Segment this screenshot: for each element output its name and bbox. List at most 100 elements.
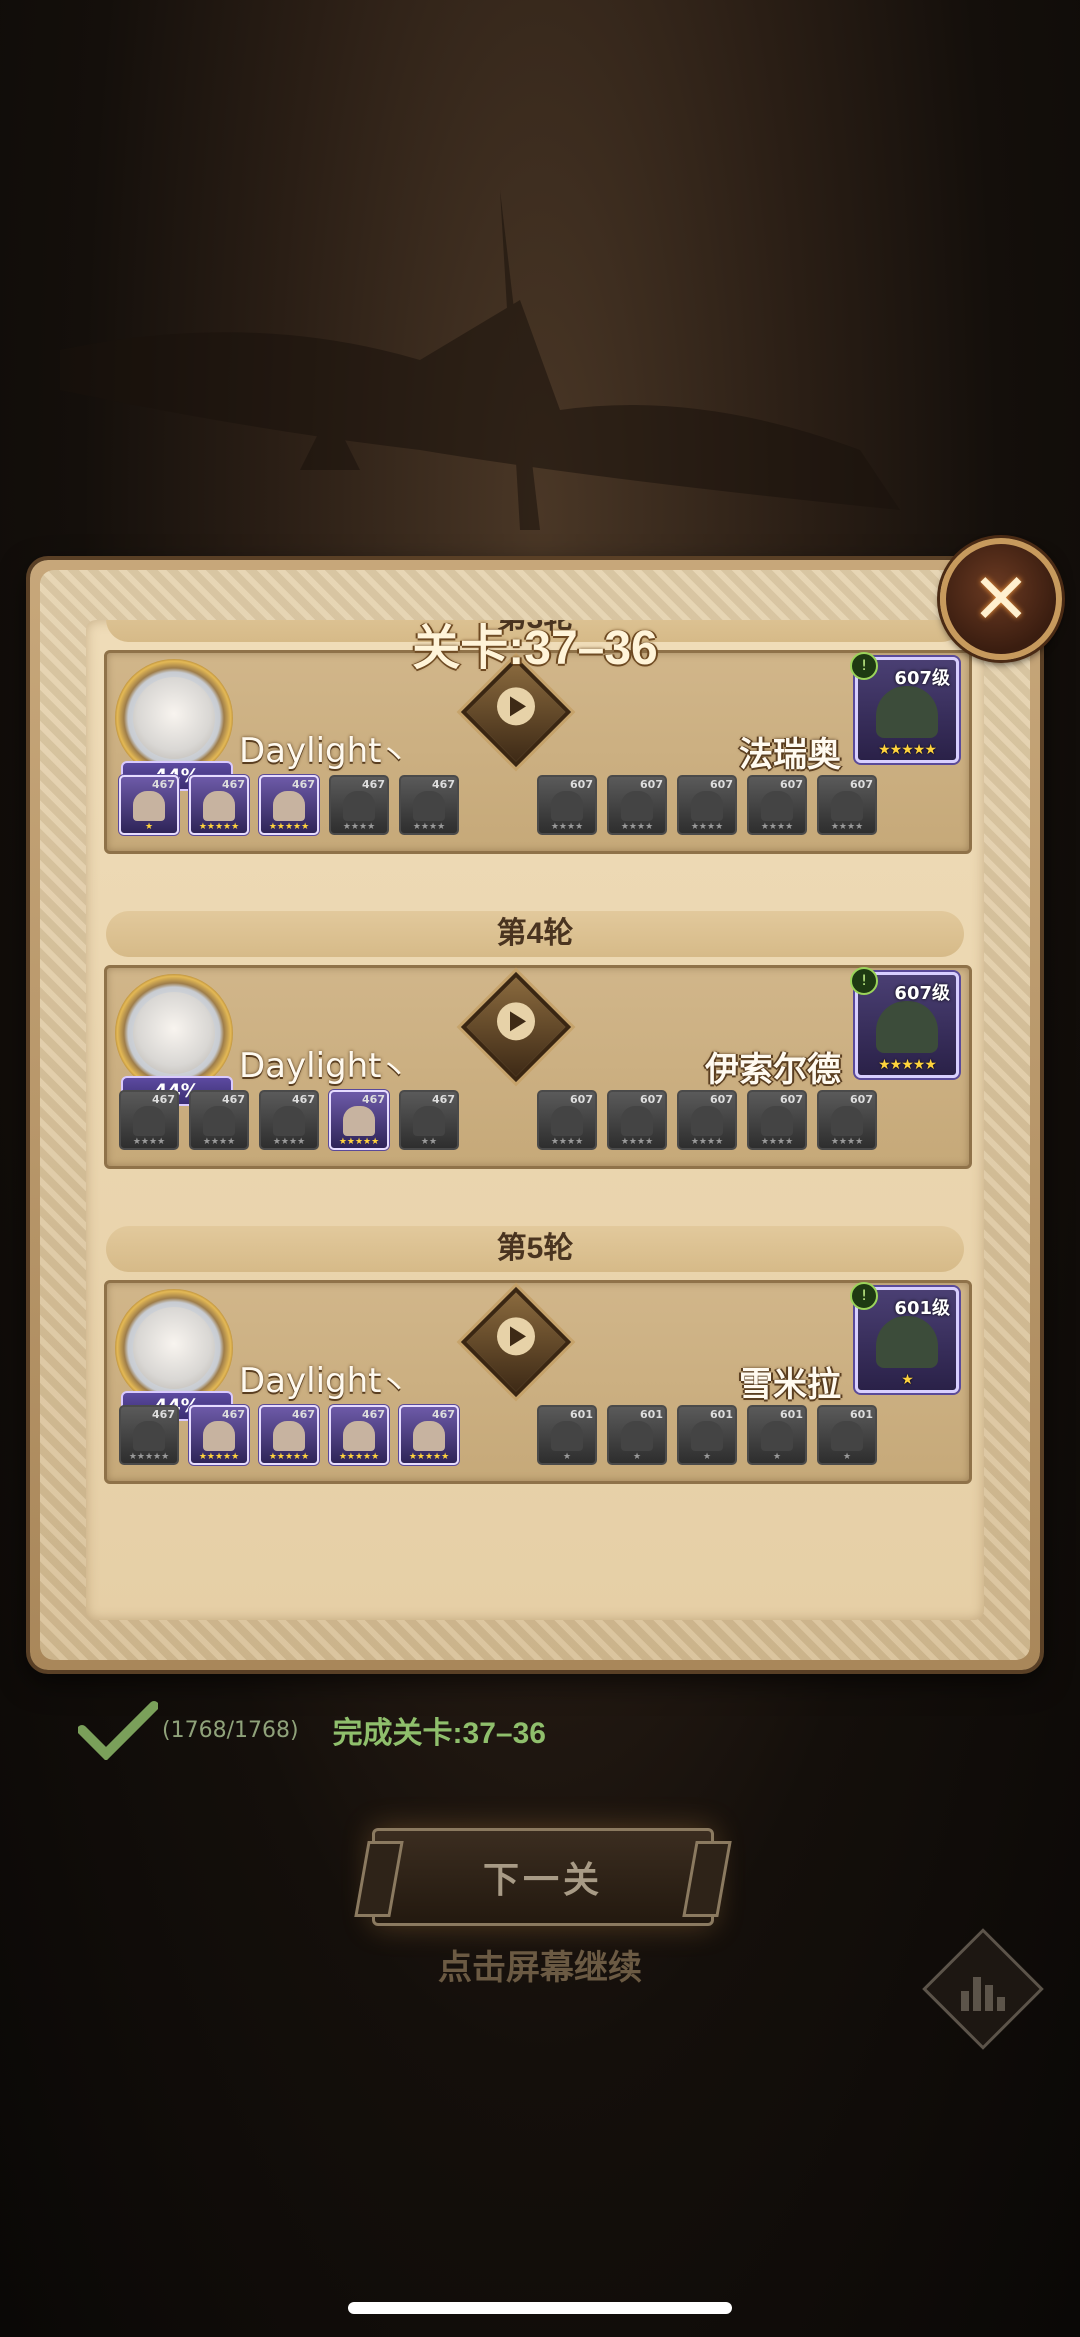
enemy-unit[interactable]: 607 ★★★★	[537, 775, 597, 835]
unit-stars: ★★★★	[550, 822, 584, 832]
tap-to-continue[interactable]: 点击屏幕继续	[0, 1940, 1080, 1989]
play-icon	[497, 1002, 535, 1041]
hero-figure	[133, 1106, 165, 1136]
stage-panel: 关卡:37–36 第3轮 44% Daylight 丶 法瑞奥 ! 607级 ★…	[30, 560, 1040, 1670]
player-unit[interactable]: 467 ★★★★	[329, 775, 389, 835]
hero-figure	[831, 791, 863, 821]
unit-stars: ★	[702, 1452, 712, 1462]
unit-stars: ★★★★★	[198, 1452, 240, 1462]
unit-level: 607	[570, 778, 593, 791]
unit-level: 607	[850, 778, 873, 791]
hero-figure	[691, 1421, 723, 1451]
enemy-unit[interactable]: 607 ★★★★	[677, 775, 737, 835]
enemy-unit[interactable]: 601 ★	[607, 1405, 667, 1465]
enemy-unit[interactable]: 607 ★★★★	[537, 1090, 597, 1150]
enemy-unit[interactable]: 607 ★★★★	[817, 775, 877, 835]
unit-level: 467	[432, 778, 455, 791]
player-unit[interactable]: 467 ★★★★★	[329, 1090, 389, 1150]
enemy-unit[interactable]: 601 ★	[817, 1405, 877, 1465]
unit-level: 467	[152, 1093, 175, 1106]
unit-stars: ★★★★★	[338, 1137, 380, 1147]
player-unit[interactable]: 467 ★★★★★	[329, 1405, 389, 1465]
player-avatar[interactable]	[115, 974, 233, 1092]
close-icon: ✕	[971, 558, 1031, 640]
faction-icon: !	[850, 967, 878, 995]
unit-stars: ★★★★	[132, 1137, 166, 1147]
enemy-unit[interactable]: 607 ★★★★	[677, 1090, 737, 1150]
player-name: Daylight	[239, 731, 382, 771]
player-avatar[interactable]	[115, 1289, 233, 1407]
unit-stars: ★★★★★	[128, 1452, 170, 1462]
close-button[interactable]: ✕	[940, 538, 1062, 660]
hero-figure	[761, 1106, 793, 1136]
hero-figure	[273, 791, 305, 821]
player-unit[interactable]: 467 ★★★★★	[399, 1405, 459, 1465]
unit-level: 601	[640, 1408, 663, 1421]
avatar-face	[133, 992, 215, 1074]
player-unit[interactable]: 467 ★★★★	[399, 775, 459, 835]
unit-level: 467	[222, 778, 245, 791]
play-icon	[497, 687, 535, 726]
player-unit[interactable]: 467 ★★★★	[119, 1090, 179, 1150]
unit-level: 607	[710, 778, 733, 791]
player-unit[interactable]: 467 ★	[119, 775, 179, 835]
play-icon	[497, 1317, 535, 1356]
enemy-unit[interactable]: 607 ★★★★	[817, 1090, 877, 1150]
player-unit[interactable]: 467 ★★★★★	[259, 775, 319, 835]
round-card: 44% Daylight 丶 法瑞奥 ! 607级 ★★★★★ 467 ★ 46…	[104, 650, 972, 854]
unit-level: 607	[850, 1093, 873, 1106]
enemy-unit[interactable]: 607 ★★★★	[747, 775, 807, 835]
hero-figure	[343, 791, 375, 821]
unit-stars: ★★★★	[202, 1137, 236, 1147]
hero-figure	[761, 1421, 793, 1451]
enemy-unit[interactable]: 607 ★★★★	[607, 1090, 667, 1150]
hero-figure	[621, 1421, 653, 1451]
unit-stars: ★★	[420, 1137, 438, 1147]
unit-level: 607	[710, 1093, 733, 1106]
rounds-scroll-area[interactable]: 第3轮 44% Daylight 丶 法瑞奥 ! 607级 ★★★★★ 467 …	[86, 620, 984, 1620]
unit-level: 607	[780, 778, 803, 791]
enemy-unit[interactable]: 607 ★★★★	[747, 1090, 807, 1150]
hero-figure	[133, 1421, 165, 1451]
unit-stars: ★★★★★	[338, 1452, 380, 1462]
hero-figure	[831, 1421, 863, 1451]
player-unit[interactable]: 467 ★★★★★	[189, 775, 249, 835]
player-name: Daylight	[239, 1046, 382, 1086]
unit-stars: ★★★★	[830, 822, 864, 832]
unit-level: 601	[570, 1408, 593, 1421]
avatar-face	[133, 677, 215, 759]
unit-stars: ★	[842, 1452, 852, 1462]
next-stage-button[interactable]: 下一关	[354, 1828, 732, 1926]
enemy-unit[interactable]: 601 ★	[537, 1405, 597, 1465]
unit-level: 467	[222, 1408, 245, 1421]
player-name: Daylight	[239, 1361, 382, 1401]
enemy-name: 雪米拉	[739, 1366, 841, 1404]
hero-figure	[273, 1106, 305, 1136]
hero-figure	[203, 791, 235, 821]
hero-figure	[203, 1106, 235, 1136]
player-unit[interactable]: 467 ★★	[399, 1090, 459, 1150]
enemy-unit[interactable]: 601 ★	[677, 1405, 737, 1465]
unit-level: 467	[432, 1408, 455, 1421]
player-unit[interactable]: 467 ★★★★★	[119, 1405, 179, 1465]
player-unit[interactable]: 467 ★★★★	[259, 1090, 319, 1150]
player-unit[interactable]: 467 ★★★★	[189, 1090, 249, 1150]
enemy-stars: ★★★★★	[878, 1057, 937, 1073]
enemy-unit[interactable]: 601 ★	[747, 1405, 807, 1465]
faction-icon: !	[850, 1282, 878, 1310]
enemy-portrait[interactable]: ! 607级 ★★★★★	[850, 967, 959, 1078]
unit-level: 467	[292, 778, 315, 791]
enemy-portrait[interactable]: ! 601级 ★	[850, 1282, 959, 1393]
home-indicator[interactable]	[348, 2302, 732, 2314]
hero-figure	[761, 791, 793, 821]
enemy-stars: ★★★★★	[878, 742, 937, 758]
round-card: 44% Daylight 丶 伊索尔德 ! 607级 ★★★★★ 467 ★★★…	[104, 965, 972, 1169]
result-count: (1768/1768)	[162, 1717, 299, 1743]
replay-button[interactable]	[460, 971, 572, 1083]
unit-stars: ★	[632, 1452, 642, 1462]
player-unit[interactable]: 467 ★★★★★	[259, 1405, 319, 1465]
unit-stars: ★★★★	[690, 822, 724, 832]
replay-button[interactable]	[460, 1286, 572, 1398]
player-unit[interactable]: 467 ★★★★★	[189, 1405, 249, 1465]
enemy-unit[interactable]: 607 ★★★★	[607, 775, 667, 835]
